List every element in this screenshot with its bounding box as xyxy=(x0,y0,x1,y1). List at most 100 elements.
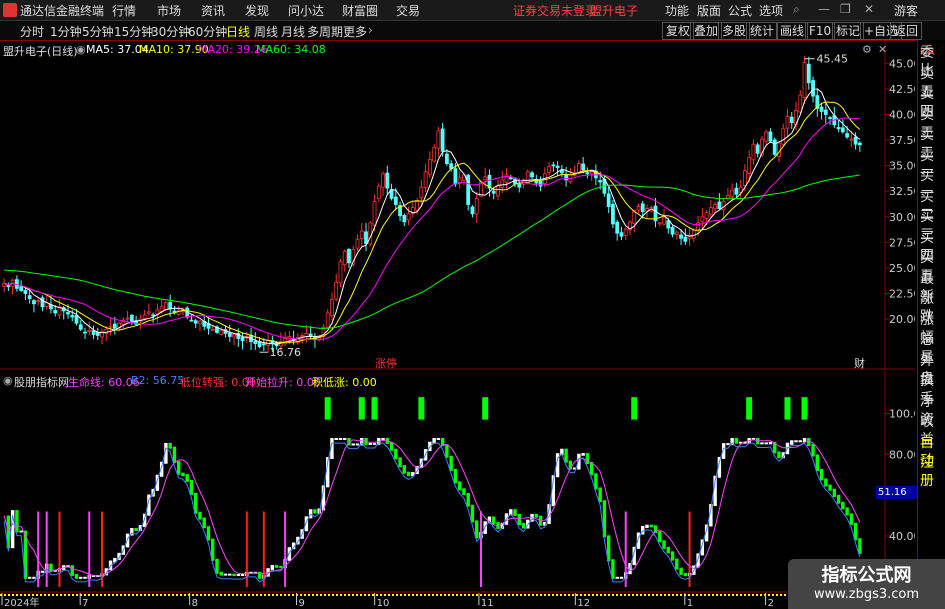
period-60min[interactable]: 60分钟 xyxy=(188,23,227,40)
signal-bars-layer xyxy=(6,397,862,587)
indicator-block xyxy=(649,524,653,528)
indicator-block xyxy=(666,546,670,554)
indicator-block xyxy=(83,576,87,579)
period-monthly[interactable]: 月线 xyxy=(281,23,305,40)
indicator-block xyxy=(828,484,832,491)
candle-body xyxy=(823,109,828,115)
candlestick-chart[interactable]: 45.00 42.50 40.00 37.50 35.00 32.50 30.00 27.50… xyxy=(0,40,915,370)
indicator-block xyxy=(662,540,666,549)
candle-body xyxy=(210,328,215,331)
candle-body xyxy=(751,143,756,161)
menu-item-zixun[interactable]: 资讯 xyxy=(201,2,225,19)
tool-back[interactable]: 返回 xyxy=(890,22,923,40)
candle-body xyxy=(764,131,769,142)
menu-item-shichang[interactable]: 市场 xyxy=(157,2,181,19)
search-icon[interactable]: ⌕ xyxy=(793,2,800,17)
app-name: 通达信金融终端 xyxy=(20,4,105,18)
menu-item-gongshi[interactable]: 公式 xyxy=(728,2,752,19)
menu-item-caifuquan[interactable]: 财富圈 xyxy=(342,2,378,19)
legend-jidizhang: 积低涨: 0.00 xyxy=(312,376,377,389)
ma60-line xyxy=(4,174,860,329)
date-tick-label: 12 xyxy=(577,598,590,609)
candle-body xyxy=(74,315,79,324)
menu-item-gongneng[interactable]: 功能 xyxy=(665,2,689,19)
menu-item-faxian[interactable]: 发现 xyxy=(245,2,269,19)
menu-item-banmian[interactable]: 版面 xyxy=(697,2,721,19)
period-more[interactable]: 更多 xyxy=(343,23,367,40)
candle-body xyxy=(419,186,424,199)
indicator-chart[interactable]: 100.0080.0060.0040.0020.00 xyxy=(0,371,915,591)
price-tick-label: 42.50 xyxy=(889,83,915,96)
indicator-block xyxy=(794,440,798,443)
close-icon[interactable]: ✕ xyxy=(864,2,874,16)
tool-huaxian[interactable]: 画线 xyxy=(776,22,809,40)
candle-body xyxy=(66,312,70,315)
menu-item-wenxiaoda[interactable]: 问小达 xyxy=(288,2,324,19)
price-tick-label: 20.00 xyxy=(889,313,915,326)
candle-body xyxy=(619,232,624,237)
indicator-block xyxy=(181,472,185,477)
panel-close-icon[interactable]: ✕ xyxy=(878,43,887,56)
period-daily[interactable]: 日线 xyxy=(226,23,250,40)
indicator-block xyxy=(581,453,585,456)
login-warning[interactable]: 证券交易未登录 xyxy=(513,2,597,19)
indicator-block xyxy=(445,444,449,458)
menu-item-hangqing[interactable]: 行情 xyxy=(112,2,136,19)
indicator-settings-icon[interactable]: ◉ xyxy=(3,374,13,387)
candle-body xyxy=(768,131,773,142)
candle-body xyxy=(755,144,760,154)
quote-panel-item[interactable]: 注册 xyxy=(920,454,945,490)
tool-tongji[interactable]: 统计 xyxy=(746,22,779,40)
candle-body xyxy=(500,179,505,188)
menu-item-jiaoyi[interactable]: 交易 xyxy=(396,2,420,19)
candle-body xyxy=(713,204,718,209)
period-15min[interactable]: 15分钟 xyxy=(114,23,153,40)
price-tick-label: 32.50 xyxy=(889,185,915,198)
candle-body xyxy=(108,325,113,328)
candle-body xyxy=(691,229,696,239)
candle-body xyxy=(547,166,551,173)
indicator-block xyxy=(683,572,688,577)
guest-label[interactable]: 游客 xyxy=(894,2,918,19)
legend-settings-icon[interactable]: ◉ xyxy=(76,43,86,56)
price-tick-label: 40.00 xyxy=(889,108,915,121)
period-fenshi[interactable]: 分时 xyxy=(20,23,44,40)
candle-body xyxy=(802,61,807,98)
candle-body xyxy=(611,203,615,225)
candle-body xyxy=(19,286,24,291)
moving-average-layer xyxy=(3,88,861,345)
price-tick-label: 37.50 xyxy=(889,134,915,147)
candle-body xyxy=(168,302,173,310)
candle-body xyxy=(704,212,709,219)
period-1min[interactable]: 1分钟 xyxy=(50,23,82,40)
period-weekly[interactable]: 周线 xyxy=(254,23,278,40)
menu-item-xuanxiang[interactable]: 选项 xyxy=(759,2,783,19)
ma10-line xyxy=(3,101,861,344)
candle-body xyxy=(347,249,351,264)
jidizhang-signal-bar xyxy=(784,397,791,420)
period-multi[interactable]: 多周期 xyxy=(307,23,343,40)
candle-body xyxy=(789,116,794,124)
candle-body xyxy=(679,234,683,239)
indicator-block xyxy=(811,444,815,457)
period-5min[interactable]: 5分钟 xyxy=(82,23,114,40)
indicator-block xyxy=(32,576,36,579)
indicator-block xyxy=(19,530,23,533)
chevron-right-icon[interactable]: › xyxy=(368,23,373,37)
tool-f10[interactable]: F10 xyxy=(805,22,836,40)
candle-body xyxy=(330,299,334,317)
indicator-block xyxy=(334,437,338,440)
indicator-name: 股朋指标网 xyxy=(14,376,69,389)
candle-body xyxy=(836,127,841,130)
period-30min[interactable]: 30分钟 xyxy=(151,23,190,40)
candle-body xyxy=(23,290,28,294)
price-tick-label: 45.00 xyxy=(889,57,915,70)
indicator-block xyxy=(734,437,739,444)
indicator-block xyxy=(27,576,32,579)
candle-body xyxy=(87,329,92,332)
settings-gear-icon[interactable]: ⚙ xyxy=(862,43,872,56)
restore-icon[interactable]: ❐ xyxy=(840,2,851,16)
menu-bar: 通达信金融终端 行情 市场 资讯 发现 问小达 财富圈 交易 证券交易未登录 盟… xyxy=(0,0,945,21)
minimize-icon[interactable]: — xyxy=(818,2,830,16)
candle-body xyxy=(53,310,58,314)
